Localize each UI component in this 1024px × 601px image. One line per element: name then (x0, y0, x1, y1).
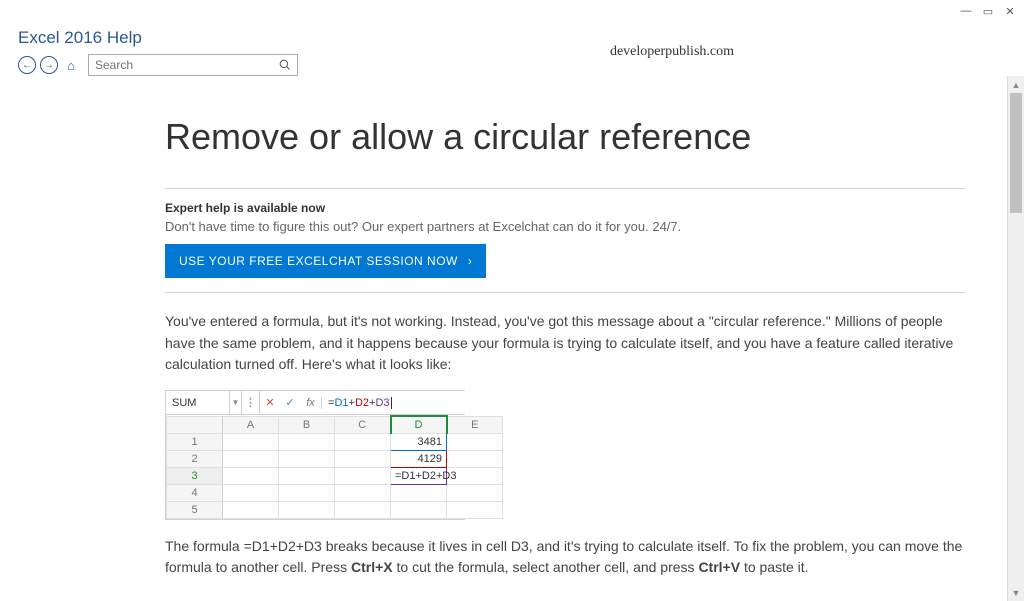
col-header-e: E (447, 416, 503, 433)
divider (165, 188, 965, 189)
search-input[interactable] (89, 58, 273, 72)
formula-bar: SUM ▼ ⋮ ✕ ✓ fx =D1+D2+D3 (166, 391, 465, 415)
cell-c3 (335, 467, 391, 484)
select-all-cell (167, 416, 223, 433)
cell-a3 (223, 467, 279, 484)
cell-e2 (447, 450, 503, 467)
watermark: developerpublish.com (610, 44, 734, 60)
name-box-dropdown-icon: ▼ (230, 391, 242, 414)
scroll-content: Remove or allow a circular reference Exp… (0, 76, 1007, 601)
content-area: Remove or allow a circular reference Exp… (0, 76, 1024, 601)
minimize-button[interactable]: — (956, 3, 976, 19)
cta-button[interactable]: USE YOUR FREE EXCELCHAT SESSION NOW › (165, 244, 486, 278)
excel-screenshot: SUM ▼ ⋮ ✕ ✓ fx =D1+D2+D3 A (165, 390, 465, 520)
row-header-3: 3 (167, 467, 223, 484)
scroll-up-icon[interactable]: ▲ (1008, 76, 1024, 93)
page-title: Remove or allow a circular reference (165, 116, 965, 158)
formula-input: =D1+D2+D3 (322, 391, 465, 414)
col-header-a: A (223, 416, 279, 433)
table-row: 3 =D1+D2+D3 (167, 467, 503, 484)
cell-e1 (447, 433, 503, 450)
column-headers: A B C D E (167, 416, 503, 433)
vertical-scrollbar[interactable]: ▲ ▼ (1007, 76, 1024, 601)
cell-a2 (223, 450, 279, 467)
back-button[interactable]: ← (18, 56, 36, 74)
row-header-1: 1 (167, 433, 223, 450)
row-header-4: 4 (167, 484, 223, 501)
table-row: 5 (167, 501, 503, 518)
cell-d2: 4129 (391, 450, 447, 467)
fx-icon: fx (300, 397, 322, 409)
text: to paste it. (740, 559, 808, 575)
text: to cut the formula, select another cell,… (393, 559, 699, 575)
paragraph-1: You've entered a formula, but it's not w… (165, 311, 965, 376)
shortcut-ctrl-v: Ctrl+V (698, 559, 740, 575)
cell-d1: 3481 (391, 433, 447, 450)
cell-a5 (223, 501, 279, 518)
chevron-right-icon: › (468, 254, 473, 268)
formula-ref-d3: D3 (375, 397, 389, 409)
home-button[interactable]: ⌂ (62, 56, 80, 74)
cell-b5 (279, 501, 335, 518)
cell-c2 (335, 450, 391, 467)
titlebar: — ▭ ✕ (0, 0, 1024, 22)
cell-a4 (223, 484, 279, 501)
cancel-icon: ✕ (260, 391, 280, 414)
table-row: 2 4129 (167, 450, 503, 467)
header: Excel 2016 Help ← → ⌂ (0, 22, 1024, 76)
scroll-down-icon[interactable]: ▼ (1008, 584, 1024, 601)
spreadsheet-grid: A B C D E 1 3481 2 (166, 415, 503, 519)
cell-e4 (447, 484, 503, 501)
cell-b1 (279, 433, 335, 450)
notice-heading: Expert help is available now (165, 201, 965, 215)
table-row: 1 3481 (167, 433, 503, 450)
nav-row: ← → ⌂ (18, 54, 1006, 76)
col-header-b: B (279, 416, 335, 433)
text-cursor (391, 397, 392, 409)
cell-d3: =D1+D2+D3 (391, 467, 447, 484)
cell-c5 (335, 501, 391, 518)
cell-b4 (279, 484, 335, 501)
cell-c4 (335, 484, 391, 501)
cell-a1 (223, 433, 279, 450)
paragraph-2: The formula =D1+D2+D3 breaks because it … (165, 536, 965, 579)
formula-ref-d2: D2 (355, 397, 369, 409)
forward-button[interactable]: → (40, 56, 58, 74)
search-box (88, 54, 298, 76)
table-row: 4 (167, 484, 503, 501)
name-box: SUM (166, 391, 230, 414)
search-icon[interactable] (273, 59, 297, 71)
enter-icon: ✓ (280, 391, 300, 414)
cell-d4 (391, 484, 447, 501)
cell-b3 (279, 467, 335, 484)
row-header-2: 2 (167, 450, 223, 467)
maximize-button[interactable]: ▭ (978, 3, 998, 19)
col-header-c: C (335, 416, 391, 433)
formula-ref-d1: D1 (334, 397, 348, 409)
shortcut-ctrl-x: Ctrl+X (351, 559, 393, 575)
more-icon: ⋮ (242, 391, 260, 414)
cta-label: USE YOUR FREE EXCELCHAT SESSION NOW (179, 254, 458, 268)
cell-d5 (391, 501, 447, 518)
col-header-d: D (391, 416, 447, 433)
article: Remove or allow a circular reference Exp… (165, 116, 965, 579)
scroll-thumb[interactable] (1010, 93, 1022, 213)
cell-b2 (279, 450, 335, 467)
cell-c1 (335, 433, 391, 450)
notice-body: Don't have time to figure this out? Our … (165, 219, 965, 234)
app-title: Excel 2016 Help (18, 28, 1006, 48)
close-button[interactable]: ✕ (1000, 3, 1020, 19)
window: — ▭ ✕ Excel 2016 Help ← → ⌂ developerpub… (0, 0, 1024, 601)
cell-e5 (447, 501, 503, 518)
row-header-5: 5 (167, 501, 223, 518)
divider (165, 292, 965, 293)
